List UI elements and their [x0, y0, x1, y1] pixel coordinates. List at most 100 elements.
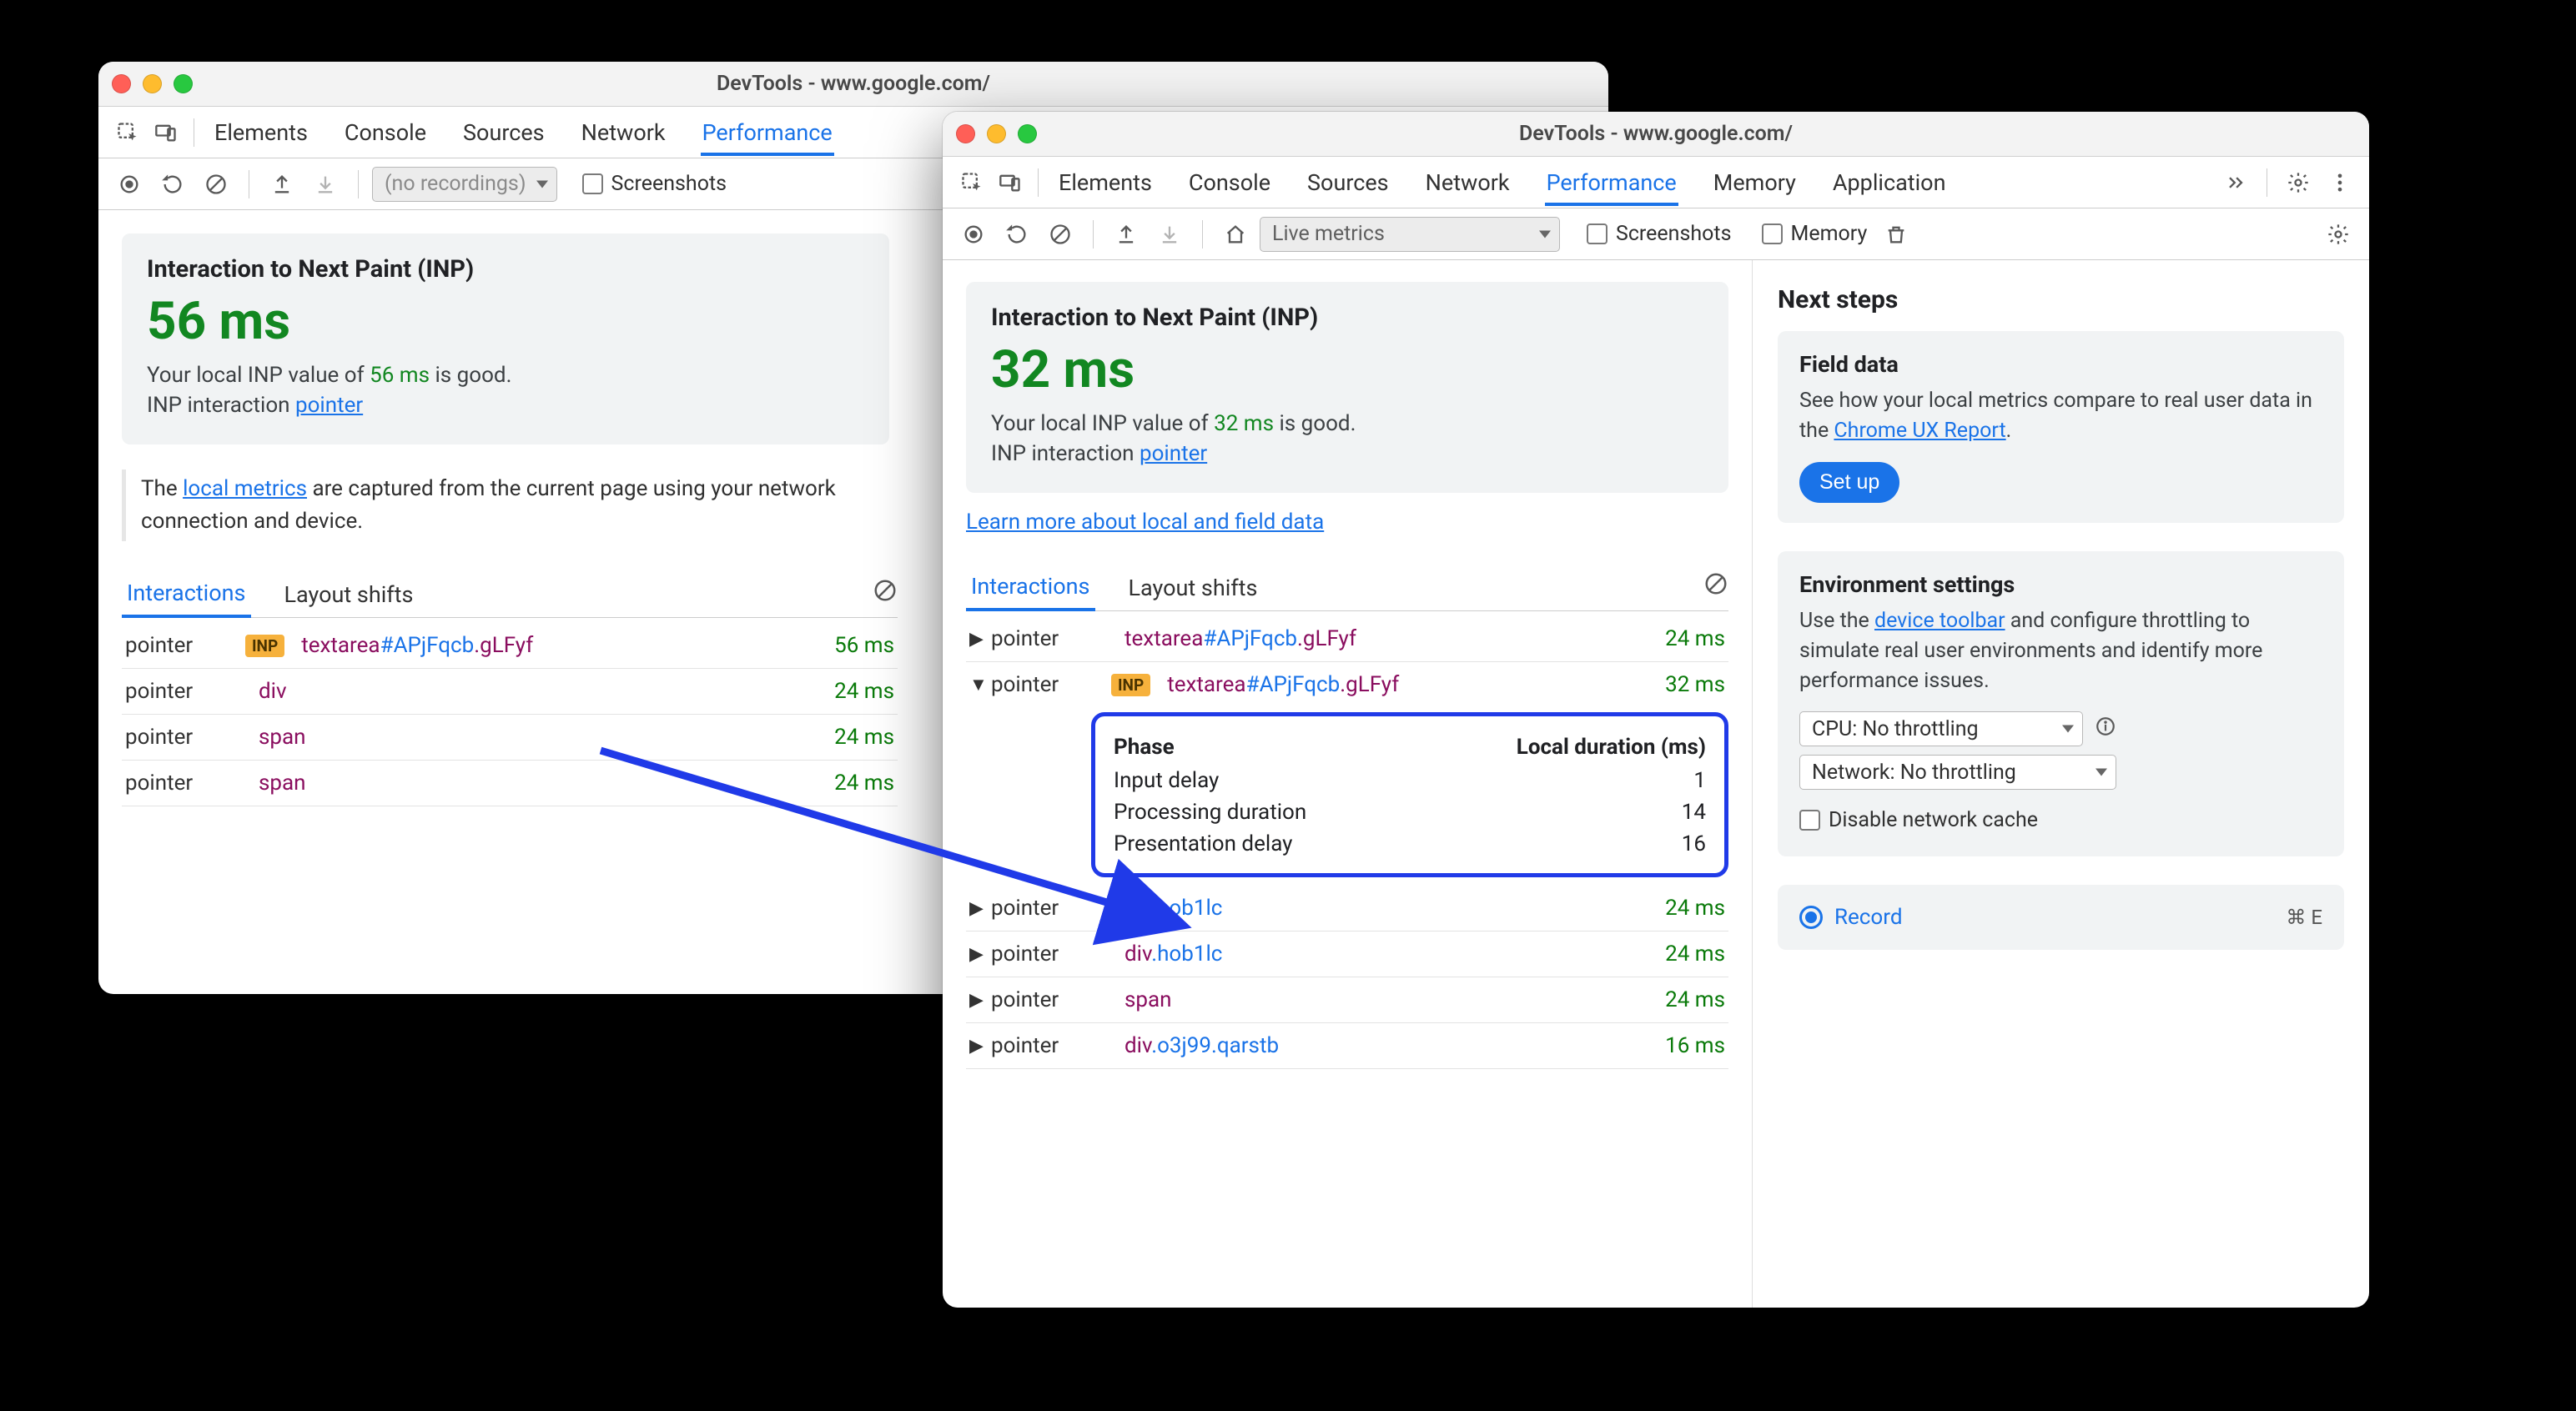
inp-title: Interaction to Next Paint (INP)	[147, 255, 864, 284]
inp-card: Interaction to Next Paint (INP) 56 ms Yo…	[122, 233, 889, 444]
chevron-right-icon[interactable]: ▶	[969, 944, 991, 965]
recordings-select[interactable]: (no recordings)	[372, 167, 557, 202]
window-title: DevTools - www.google.com/	[98, 72, 1608, 96]
tab-sources[interactable]: Sources	[461, 109, 546, 156]
titlebar[interactable]: DevTools - www.google.com/	[98, 62, 1608, 107]
record-icon[interactable]	[954, 215, 993, 254]
tab-console[interactable]: Console	[1187, 159, 1272, 206]
download-icon[interactable]	[1150, 215, 1189, 254]
panel-gear-icon[interactable]	[2319, 215, 2357, 254]
window-controls[interactable]	[112, 74, 193, 93]
subtab-interactions[interactable]: Interactions	[966, 563, 1095, 611]
setup-button[interactable]: Set up	[1799, 462, 1899, 503]
inp-badge: INP	[1111, 674, 1150, 696]
record-panel: Record ⌘ E	[1778, 885, 2344, 950]
tab-sources[interactable]: Sources	[1306, 159, 1391, 206]
inp-interaction-link[interactable]: pointer	[1140, 441, 1207, 466]
recordings-placeholder: (no recordings)	[385, 172, 526, 196]
inp-value: 32 ms	[991, 340, 1703, 399]
titlebar[interactable]: DevTools - www.google.com/	[943, 112, 2369, 157]
interaction-row[interactable]: pointer span 24 ms	[122, 761, 898, 806]
clear-icon[interactable]	[197, 165, 235, 203]
chevron-right-icon[interactable]: ▶	[969, 990, 991, 1011]
interaction-row[interactable]: pointer div 24 ms	[122, 669, 898, 715]
close-icon[interactable]	[112, 74, 131, 93]
clear-icon[interactable]	[1041, 215, 1079, 254]
disable-cache-checkbox[interactable]: Disable network cache	[1799, 808, 2038, 832]
local-metrics-info: The local metrics are captured from the …	[122, 469, 881, 541]
cpu-throttle-select[interactable]: CPU: No throttling	[1799, 711, 2083, 746]
chevron-right-icon[interactable]: ▶	[969, 1036, 991, 1057]
close-icon[interactable]	[956, 124, 975, 143]
local-metrics-link[interactable]: local metrics	[183, 476, 307, 501]
field-data-panel: Field data See how your local metrics co…	[1778, 331, 2344, 523]
memory-checkbox[interactable]: Memory	[1762, 222, 1868, 246]
inp-subtabs: Interactions Layout shifts	[966, 563, 1728, 611]
reload-record-icon[interactable]	[998, 215, 1036, 254]
interaction-row[interactable]: ▼ pointer INP textarea#APjFqcb.gLFyf 32 …	[966, 662, 1728, 707]
chevron-down-icon[interactable]: ▼	[969, 674, 991, 695]
learn-more-link[interactable]: Learn more about local and field data	[966, 510, 1324, 535]
screenshots-checkbox[interactable]: Screenshots	[1587, 222, 1732, 246]
gc-icon[interactable]	[1877, 215, 1915, 254]
tab-memory[interactable]: Memory	[1712, 159, 1798, 206]
upload-icon[interactable]	[263, 165, 301, 203]
tab-performance[interactable]: Performance	[701, 109, 834, 156]
interaction-row[interactable]: ▶ pointer textarea#APjFqcb.gLFyf 24 ms	[966, 616, 1728, 662]
subtab-interactions[interactable]: Interactions	[122, 570, 251, 618]
tab-elements[interactable]: Elements	[213, 109, 309, 156]
interaction-row[interactable]: ▶ pointer div.hob1lc 24 ms	[966, 931, 1728, 977]
zoom-icon[interactable]	[1018, 124, 1037, 143]
reload-record-icon[interactable]	[153, 165, 192, 203]
device-toolbar-link[interactable]: device toolbar	[1874, 609, 2005, 633]
inspect-icon[interactable]	[108, 113, 147, 152]
tab-performance[interactable]: Performance	[1545, 159, 1678, 206]
record-shortcut: ⌘ E	[2286, 906, 2322, 929]
chevron-right-icon[interactable]: ▶	[969, 629, 991, 650]
interaction-row[interactable]: pointer span 24 ms	[122, 715, 898, 761]
clear-interactions-icon[interactable]	[873, 578, 898, 609]
upload-icon[interactable]	[1107, 215, 1145, 254]
inp-interaction-link[interactable]: pointer	[295, 393, 363, 418]
phase-breakdown: PhaseLocal duration (ms) Input delay1 Pr…	[1091, 712, 1728, 877]
interaction-row[interactable]: ▶ pointer div.hob1lc 24 ms	[966, 886, 1728, 931]
devtools-window-2: DevTools - www.google.com/ Elements Cons…	[943, 112, 2369, 1308]
info-icon[interactable]	[2095, 716, 2116, 743]
next-steps-heading: Next steps	[1778, 285, 2344, 314]
chevron-right-icon[interactable]: ▶	[969, 898, 991, 919]
interaction-row[interactable]: pointer INP textarea#APjFqcb.gLFyf 56 ms	[122, 623, 898, 669]
interactions-table: ▶ pointer textarea#APjFqcb.gLFyf 24 ms ▼…	[966, 616, 1728, 1069]
subtab-layout-shifts[interactable]: Layout shifts	[1124, 565, 1263, 610]
kebab-icon[interactable]	[2321, 163, 2359, 202]
minimize-icon[interactable]	[143, 74, 162, 93]
inp-card: Interaction to Next Paint (INP) 32 ms Yo…	[966, 282, 1728, 493]
network-throttle-select[interactable]: Network: No throttling	[1799, 755, 2116, 790]
zoom-icon[interactable]	[174, 74, 193, 93]
tab-elements[interactable]: Elements	[1057, 159, 1154, 206]
overflow-icon[interactable]	[2216, 163, 2255, 202]
inp-title: Interaction to Next Paint (INP)	[991, 304, 1703, 332]
tab-console[interactable]: Console	[343, 109, 428, 156]
tab-application[interactable]: Application	[1831, 159, 1948, 206]
live-metrics-select[interactable]: Live metrics	[1260, 217, 1560, 252]
subtab-layout-shifts[interactable]: Layout shifts	[279, 571, 419, 616]
interaction-row[interactable]: ▶ pointer div.o3j99.qarstb 16 ms	[966, 1023, 1728, 1069]
record-icon[interactable]	[110, 165, 148, 203]
tab-network[interactable]: Network	[1424, 159, 1512, 206]
home-icon[interactable]	[1216, 215, 1255, 254]
environment-panel: Environment settings Use the device tool…	[1778, 551, 2344, 857]
device-icon[interactable]	[991, 163, 1029, 202]
minimize-icon[interactable]	[987, 124, 1006, 143]
interaction-row[interactable]: ▶ pointer span 24 ms	[966, 977, 1728, 1023]
download-icon[interactable]	[306, 165, 345, 203]
clear-interactions-icon[interactable]	[1703, 571, 1728, 602]
tab-network[interactable]: Network	[580, 109, 667, 156]
record-radio[interactable]: Record	[1799, 905, 1902, 930]
crux-link[interactable]: Chrome UX Report	[1834, 419, 2005, 443]
inp-value: 56 ms	[147, 292, 864, 351]
screenshots-checkbox[interactable]: Screenshots	[582, 172, 727, 196]
inspect-icon[interactable]	[953, 163, 991, 202]
device-icon[interactable]	[147, 113, 185, 152]
window-controls[interactable]	[956, 124, 1037, 143]
settings-icon[interactable]	[2279, 163, 2317, 202]
